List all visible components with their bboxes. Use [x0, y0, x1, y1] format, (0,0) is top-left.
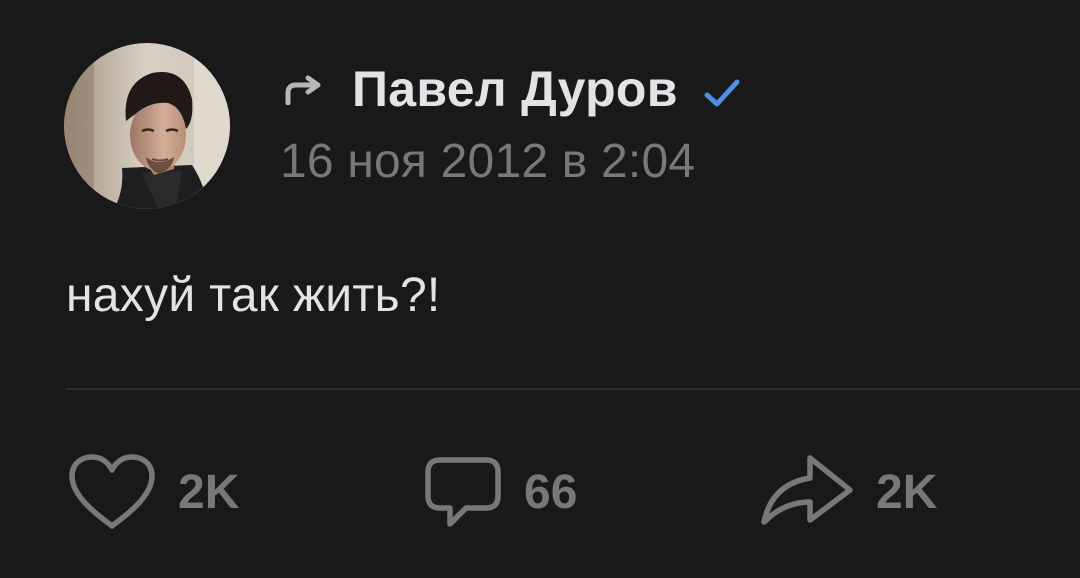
- comment-count: 66: [524, 465, 578, 519]
- author-avatar[interactable]: [64, 43, 230, 209]
- post-date[interactable]: 16 ноя 2012 в 2:04: [280, 134, 742, 189]
- checkmark-icon: [702, 73, 742, 113]
- avatar-photo: [64, 43, 230, 209]
- post-text: нахуй так жить?!: [66, 269, 441, 322]
- repost-arrow-icon: [280, 69, 326, 109]
- share-button[interactable]: 2K: [758, 452, 937, 532]
- divider: [66, 388, 1080, 390]
- post-header: Павел Дуров 16 ноя 2012 в 2:04: [280, 58, 742, 189]
- heart-outline-icon: [66, 452, 158, 532]
- post-card: Павел Дуров 16 ноя 2012 в 2:04 нахуй так…: [0, 0, 1080, 578]
- speech-bubble-icon: [422, 452, 504, 532]
- like-button[interactable]: 2K: [66, 452, 239, 532]
- author-row: Павел Дуров: [280, 58, 742, 120]
- share-count: 2K: [876, 465, 938, 519]
- comment-button[interactable]: 66: [422, 452, 577, 532]
- share-arrow-icon: [758, 452, 856, 532]
- author-name[interactable]: Павел Дуров: [352, 60, 678, 118]
- like-count: 2K: [178, 465, 240, 519]
